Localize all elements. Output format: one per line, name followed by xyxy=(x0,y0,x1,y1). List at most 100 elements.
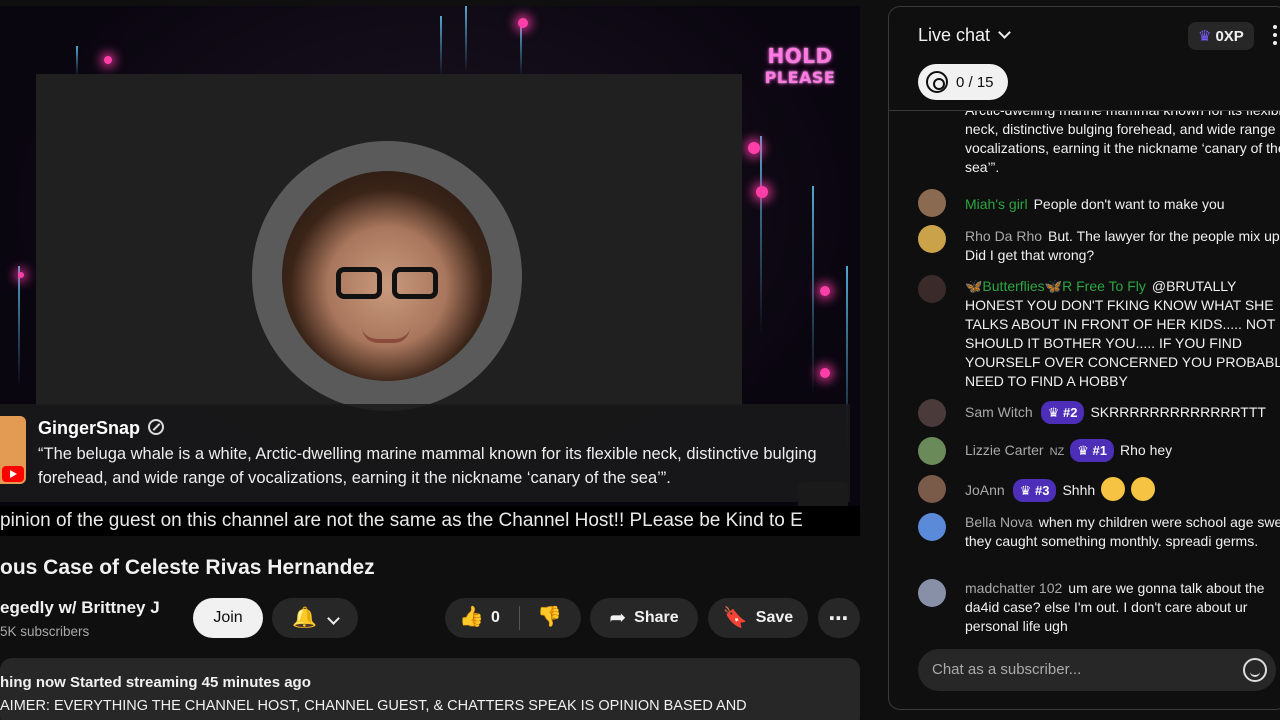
avatar[interactable] xyxy=(918,513,946,541)
chevron-down-icon xyxy=(998,26,1011,39)
message-author[interactable]: Sam Witch xyxy=(965,404,1033,420)
video-player[interactable]: HOLD PLEASE GingerSnap “The beluga whale… xyxy=(0,6,860,536)
goal-progress: 0 / 15 xyxy=(956,73,994,91)
avatar[interactable] xyxy=(918,437,946,465)
video-title: ous Case of Celeste Rivas Hernandez xyxy=(0,556,375,579)
neon-line xyxy=(440,16,442,76)
message-text: Arctic-dwelling marine mammal known for … xyxy=(965,111,1280,175)
like-count: 0 xyxy=(491,609,500,626)
xp-badge[interactable]: ♛ 0XP xyxy=(1188,22,1254,50)
message-text: SKRRRRRRRRRRRRRTTT xyxy=(1090,404,1266,420)
neon-line xyxy=(18,266,20,386)
share-label: Share xyxy=(634,609,679,626)
message-text: Shhh xyxy=(1062,482,1096,498)
highlighted-comment: GingerSnap “The beluga whale is a white,… xyxy=(0,404,850,502)
channel-name[interactable]: egedly w/ Brittney J xyxy=(0,598,160,618)
avatar[interactable] xyxy=(918,399,946,427)
chat-input-placeholder: Chat as a subscriber... xyxy=(932,661,1082,678)
membership-badge: ♛ #2 xyxy=(1040,401,1085,424)
avatar[interactable] xyxy=(918,579,946,607)
neon-line xyxy=(760,136,762,336)
glasses-icon xyxy=(336,267,440,301)
message-author[interactable]: Lizzie Carter xyxy=(965,442,1044,458)
ticker-banner: pinion of the guest on this channel are … xyxy=(0,506,860,536)
share-icon: ➦ xyxy=(609,607,627,629)
message-author[interactable]: Bella Nova xyxy=(965,514,1033,530)
neon-line xyxy=(465,6,467,72)
comment-text: “The beluga whale is a white, Arctic-dwe… xyxy=(38,445,817,487)
neon-spark xyxy=(748,142,760,154)
hold-please-badge: HOLD PLEASE xyxy=(750,46,850,88)
like-dislike-group: 👍 0 👎 xyxy=(445,598,581,638)
avatar[interactable] xyxy=(918,225,946,253)
avatar[interactable] xyxy=(918,275,946,303)
badge-rank: #2 xyxy=(1062,405,1078,420)
live-chat-panel: Live chat ♛ 0XP 0 / 15 Arctic-dwelling m… xyxy=(888,6,1280,710)
guest-avatar xyxy=(282,171,492,381)
like-divider xyxy=(519,606,520,630)
bell-icon: 🔔 xyxy=(292,607,317,629)
avatar[interactable] xyxy=(918,475,946,503)
neon-spark xyxy=(104,56,112,64)
description-box[interactable]: hing now Started streaming 45 minutes ag… xyxy=(0,658,860,720)
message-author[interactable]: 🦋Butterflies🦋R Free To Fly xyxy=(965,278,1146,294)
chat-menu-icon[interactable] xyxy=(1273,25,1277,45)
save-button[interactable]: 🔖 Save xyxy=(708,598,808,638)
xp-value: 0XP xyxy=(1215,27,1244,45)
badge-rank: #1 xyxy=(1092,443,1108,458)
shush-emoji-icon xyxy=(1130,477,1155,501)
bookmark-icon: 🔖 xyxy=(722,607,748,629)
chat-mode-dropdown[interactable]: Live chat xyxy=(918,25,1011,46)
commenter-name: GingerSnap xyxy=(38,418,165,439)
chat-messages: Arctic-dwelling marine mammal known for … xyxy=(889,111,1280,635)
neon-spark xyxy=(18,272,24,278)
country-flag: NZ xyxy=(1049,446,1065,458)
commenter-name-text: GingerSnap xyxy=(38,418,141,438)
target-icon xyxy=(926,71,948,93)
message-author[interactable]: Miah's girl xyxy=(965,196,1028,212)
membership-badge: ♛ #1 xyxy=(1070,439,1115,462)
thumbs-up-icon[interactable]: 👍 xyxy=(459,607,484,627)
chat-title: Live chat xyxy=(918,25,991,45)
message-text: @BRUTALLY HONEST YOU DON'T FKING KNOW WH… xyxy=(965,278,1280,389)
avatar[interactable] xyxy=(918,189,946,217)
neon-line xyxy=(812,186,814,396)
description-text: AIMER: EVERYTHING THE CHANNEL HOST, CHAN… xyxy=(0,698,747,714)
more-icon: ⋯ xyxy=(828,607,850,630)
stream-meta: hing now Started streaming 45 minutes ag… xyxy=(0,674,311,691)
neon-spark xyxy=(820,368,830,378)
ticker-text: pinion of the guest on this channel are … xyxy=(0,510,803,531)
chevron-down-icon xyxy=(327,611,340,625)
join-button[interactable]: Join xyxy=(193,598,263,638)
neon-spark xyxy=(518,18,528,28)
smile xyxy=(362,327,410,343)
stream-background: HOLD PLEASE GingerSnap “The beluga whale… xyxy=(0,6,860,510)
subscriber-count: 5K subscribers xyxy=(0,624,90,639)
badge-rank: #3 xyxy=(1034,483,1050,498)
chat-goal-chip[interactable]: 0 / 15 xyxy=(918,64,1008,100)
emoji-picker-icon[interactable] xyxy=(1243,658,1267,682)
neon-spark xyxy=(756,186,768,198)
verified-icon xyxy=(148,419,165,435)
message-author[interactable]: Rho Da Rho xyxy=(965,228,1042,244)
thumbs-down-icon[interactable]: 👎 xyxy=(537,607,562,627)
more-actions-button[interactable]: ⋯ xyxy=(818,598,860,638)
message-text: Rho hey xyxy=(1120,442,1173,458)
crown-icon: ♛ xyxy=(1198,28,1212,45)
chat-input[interactable]: Chat as a subscriber... xyxy=(918,649,1276,691)
save-label: Save xyxy=(755,609,794,626)
neon-spark xyxy=(820,286,830,296)
neon-line xyxy=(520,26,522,76)
share-button[interactable]: ➦ Share xyxy=(590,598,698,638)
shush-emoji-icon xyxy=(1101,477,1126,501)
hold-text: HOLD xyxy=(767,44,833,68)
neon-line xyxy=(76,46,78,76)
please-text: PLEASE xyxy=(764,68,836,87)
message-author[interactable]: JoAnn xyxy=(965,482,1005,498)
youtube-logo-icon xyxy=(2,466,24,482)
chat-header: Live chat ♛ 0XP 0 / 15 xyxy=(889,7,1280,111)
membership-badge: ♛ #3 xyxy=(1012,479,1057,502)
message-author[interactable]: madchatter 102 xyxy=(965,580,1062,596)
notifications-button[interactable]: 🔔 xyxy=(272,598,358,638)
message-text: People don't want to make you xyxy=(1033,196,1225,212)
